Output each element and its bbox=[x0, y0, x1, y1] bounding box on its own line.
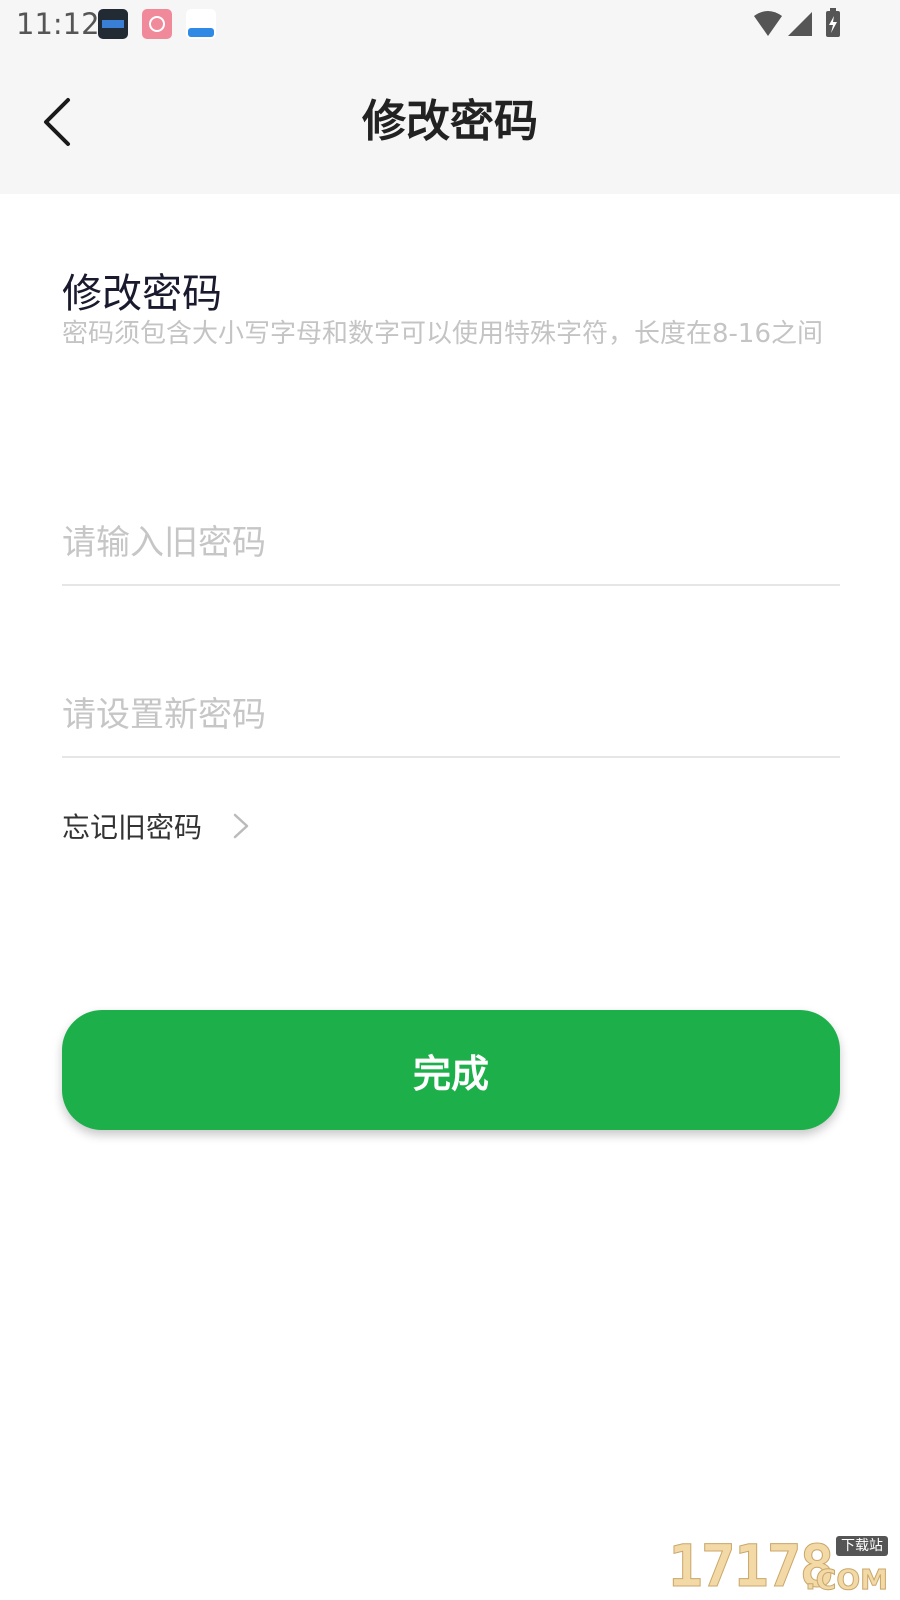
section-title: 修改密码 bbox=[62, 271, 222, 317]
top-navigation-bar: 修改密码 bbox=[0, 48, 900, 194]
chevron-right-icon bbox=[233, 813, 249, 839]
password-rules-hint: 密码须包含大小写字母和数字可以使用特殊字符，长度在8-16之间 bbox=[62, 319, 824, 349]
status-indicators bbox=[754, 8, 840, 37]
site-watermark: 17178 下载站 .COM bbox=[668, 1536, 889, 1597]
cellular-signal-icon bbox=[788, 12, 812, 36]
watermark-tag: 下载站 bbox=[836, 1536, 888, 1556]
blue-app-icon bbox=[186, 9, 216, 39]
watermark-suffix: .COM bbox=[805, 1563, 889, 1596]
clock-widget-app-icon bbox=[98, 9, 128, 39]
status-time: 11:12 bbox=[16, 7, 100, 41]
forgot-old-password-label: 忘记旧密码 bbox=[62, 811, 203, 844]
forgot-old-password-link[interactable]: 忘记旧密码 bbox=[62, 806, 250, 846]
old-password-input[interactable] bbox=[62, 502, 840, 586]
submit-button[interactable]: 完成 bbox=[62, 1010, 840, 1130]
pink-app-icon bbox=[142, 9, 172, 39]
battery-charging-icon bbox=[826, 8, 840, 37]
wifi-icon bbox=[754, 11, 782, 36]
status-bar: 11:12 bbox=[0, 0, 900, 48]
page-title: 修改密码 bbox=[362, 96, 538, 147]
new-password-input[interactable] bbox=[62, 674, 840, 758]
